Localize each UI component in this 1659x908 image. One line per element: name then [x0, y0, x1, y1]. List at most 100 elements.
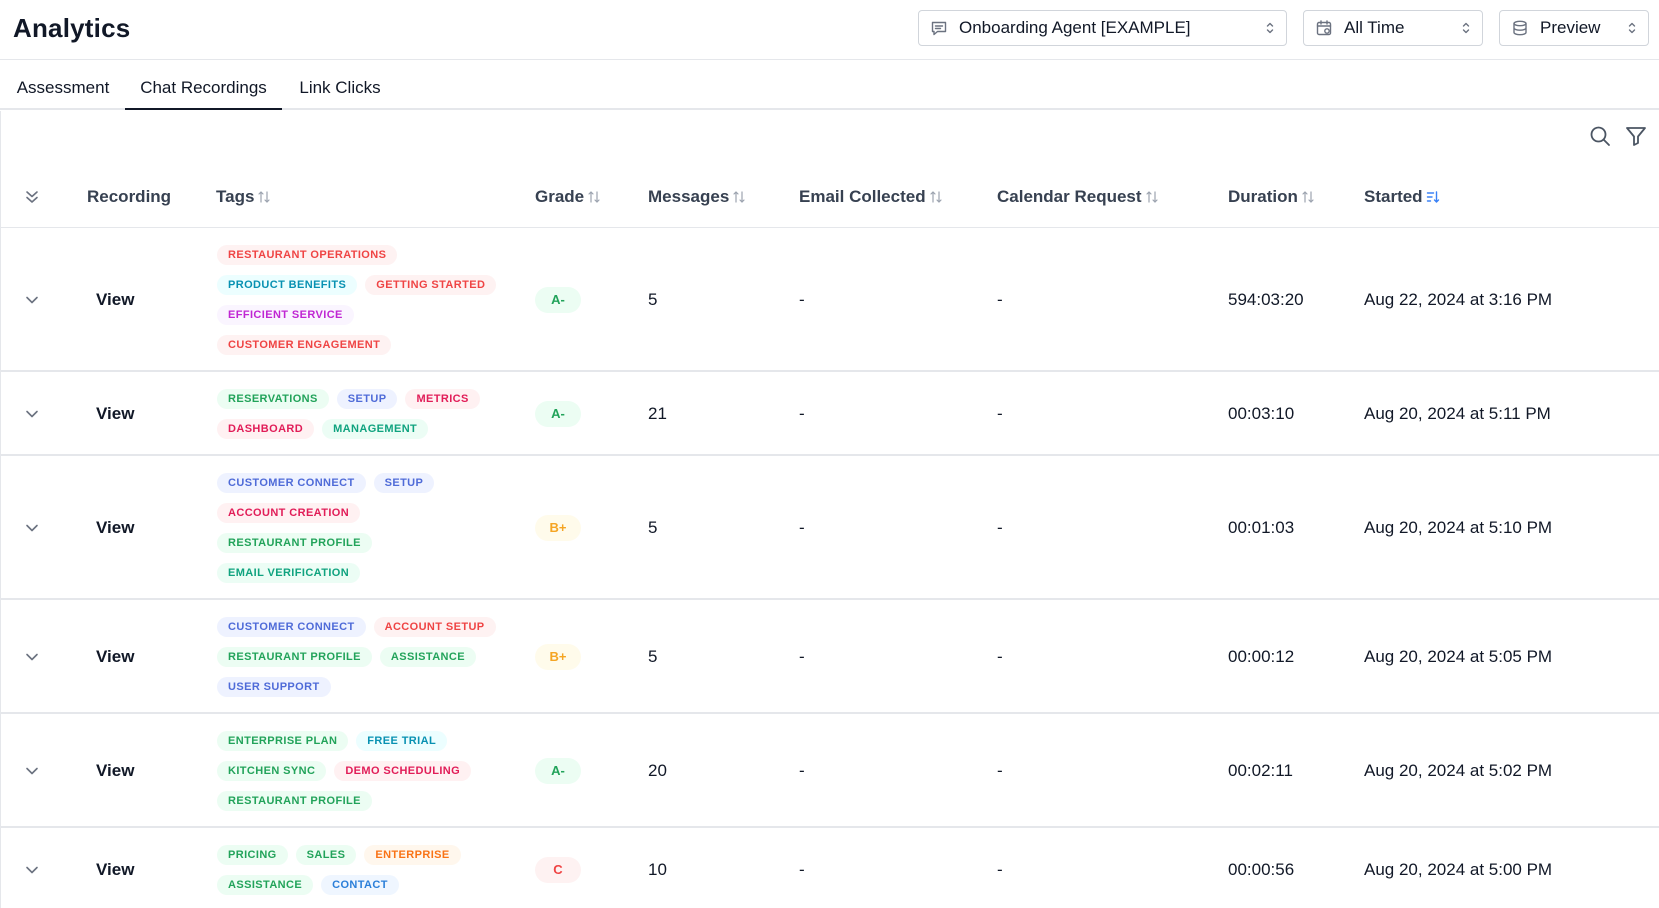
sort-descending-icon[interactable]	[1426, 190, 1440, 204]
column-header-started[interactable]: Started	[1364, 187, 1440, 207]
tag-badge: ACCOUNT CREATION	[217, 503, 361, 523]
table-row[interactable]: View ENTERPRISE PLAN FREE TRIAL KITCHEN SYN…	[1, 714, 1659, 828]
tag-badge: SETUP	[373, 473, 435, 493]
table-row[interactable]: View CUSTOMER CONNECT ACCOUNT SETUP RESTAUR…	[1, 600, 1659, 714]
duration-cell: 00:00:56	[1228, 860, 1295, 879]
grade-badge: B+	[535, 644, 581, 670]
email-collected-cell: -	[799, 290, 805, 309]
tab-chat-recordings[interactable]: Chat Recordings	[125, 78, 282, 110]
email-collected-cell: -	[799, 518, 805, 537]
view-recording-link[interactable]: View	[96, 518, 134, 538]
environment-value: Preview	[1540, 18, 1601, 37]
tag-list: ENTERPRISE PLAN FREE TRIAL KITCHEN SYNC DEM…	[217, 731, 507, 811]
grade-badge: B+	[535, 515, 581, 541]
started-cell: Aug 20, 2024 at 5:02 PM	[1364, 761, 1553, 780]
started-cell: Aug 20, 2024 at 5:11 PM	[1364, 404, 1551, 423]
chevron-down-icon[interactable]	[23, 405, 41, 423]
column-header-calendar-request[interactable]: Calendar Request	[997, 187, 1159, 207]
tag-badge: RESTAURANT PROFILE	[217, 791, 372, 811]
table-row[interactable]: View CUSTOMER CONNECT SETUP ACCOUNT CREATIO…	[1, 456, 1659, 600]
tag-badge: ASSISTANCE	[217, 875, 314, 895]
tag-list: RESERVATIONS SETUP METRICS DASHBOARD MANAGEM…	[217, 389, 507, 439]
time-range-select[interactable]: All Time	[1303, 10, 1483, 46]
tag-badge: KITCHEN SYNC	[217, 761, 327, 781]
tag-list: CUSTOMER CONNECT SETUP ACCOUNT CREATION RES…	[217, 473, 507, 583]
tag-badge: FREE TRIAL	[356, 731, 448, 751]
tag-badge: CUSTOMER CONNECT	[217, 617, 366, 637]
tag-badge: ENTERPRISE PLAN	[217, 731, 349, 751]
messages-cell: 5	[648, 290, 658, 309]
messages-cell: 20	[648, 761, 667, 780]
tag-badge: SALES	[295, 845, 357, 865]
tag-badge: MANAGEMENT	[322, 419, 429, 439]
view-recording-link[interactable]: View	[96, 404, 134, 424]
view-recording-link[interactable]: View	[96, 761, 134, 781]
chevron-down-icon[interactable]	[23, 762, 41, 780]
tag-badge: ASSISTANCE	[379, 647, 476, 667]
grade-badge: C	[535, 857, 581, 883]
chevron-down-icon[interactable]	[23, 291, 41, 309]
table-row[interactable]: View PRICING SALES ENTERPRISE ASSISTANCE CONT…	[1, 828, 1659, 908]
tag-badge: CUSTOMER ENGAGEMENT	[217, 335, 392, 355]
tab-link-clicks[interactable]: Link Clicks	[290, 78, 390, 110]
view-recording-link[interactable]: View	[96, 860, 134, 880]
tag-badge: CONTACT	[321, 875, 399, 895]
tag-badge: GETTING STARTED	[365, 275, 497, 295]
tab-assessment[interactable]: Assessment	[9, 78, 117, 110]
tag-badge: EMAIL VERIFICATION	[217, 563, 361, 583]
messages-cell: 5	[648, 647, 658, 666]
tag-badge: EFFICIENT SERVICE	[217, 305, 354, 325]
filter-icon[interactable]	[1624, 124, 1648, 148]
tag-badge: PRICING	[217, 845, 288, 865]
chevron-down-icon[interactable]	[23, 519, 41, 537]
email-collected-cell: -	[799, 761, 805, 780]
started-cell: Aug 22, 2024 at 3:16 PM	[1364, 290, 1553, 309]
messages-cell: 5	[648, 518, 658, 537]
tag-badge: DASHBOARD	[217, 419, 315, 439]
tag-list: CUSTOMER CONNECT ACCOUNT SETUP RESTAURANT …	[217, 617, 507, 697]
tag-badge: ACCOUNT SETUP	[373, 617, 496, 637]
chevron-up-down-icon	[1264, 20, 1276, 36]
column-header-tags[interactable]: Tags	[216, 187, 271, 207]
view-recording-link[interactable]: View	[96, 647, 134, 667]
duration-cell: 00:03:10	[1228, 404, 1295, 423]
sort-icon[interactable]	[732, 190, 746, 204]
tag-badge: ENTERPRISE	[364, 845, 461, 865]
tag-badge: PRODUCT BENEFITS	[217, 275, 358, 295]
time-range-value: All Time	[1344, 18, 1405, 37]
sort-icon[interactable]	[1145, 190, 1159, 204]
calendar-request-cell: -	[997, 404, 1003, 423]
tag-badge: SETUP	[336, 389, 398, 409]
sort-icon[interactable]	[1301, 190, 1315, 204]
chat-bubble-icon	[929, 18, 949, 38]
view-recording-link[interactable]: View	[96, 290, 134, 310]
table-row[interactable]: View RESTAURANT OPERATIONS PRODUCT BENEFIT…	[1, 228, 1659, 372]
column-header-email-collected[interactable]: Email Collected	[799, 187, 943, 207]
duration-cell: 00:00:12	[1228, 647, 1295, 666]
messages-cell: 10	[648, 860, 667, 879]
started-cell: Aug 20, 2024 at 5:10 PM	[1364, 518, 1553, 537]
chevron-down-icon[interactable]	[23, 861, 41, 879]
duration-cell: 00:02:11	[1228, 761, 1293, 780]
expand-all-icon[interactable]	[23, 188, 41, 206]
environment-select[interactable]: Preview	[1499, 10, 1649, 46]
search-icon[interactable]	[1588, 124, 1612, 148]
tag-badge: RESTAURANT OPERATIONS	[217, 245, 398, 265]
messages-cell: 21	[648, 404, 667, 423]
column-header-grade[interactable]: Grade	[535, 187, 601, 207]
sort-icon[interactable]	[929, 190, 943, 204]
chevron-up-down-icon	[1460, 20, 1472, 36]
column-header-duration[interactable]: Duration	[1228, 187, 1315, 207]
agent-select[interactable]: Onboarding Agent [EXAMPLE]	[918, 10, 1287, 46]
table-row[interactable]: View RESERVATIONS SETUP METRICS DASHBOARD MAN…	[1, 372, 1659, 456]
calendar-icon	[1314, 18, 1334, 38]
grade-badge: A-	[535, 287, 581, 313]
chevron-down-icon[interactable]	[23, 648, 41, 666]
column-header-messages[interactable]: Messages	[648, 187, 746, 207]
sort-icon[interactable]	[587, 190, 601, 204]
calendar-request-cell: -	[997, 647, 1003, 666]
started-cell: Aug 20, 2024 at 5:05 PM	[1364, 647, 1553, 666]
sort-icon[interactable]	[257, 190, 271, 204]
agent-select-value: Onboarding Agent [EXAMPLE]	[959, 18, 1191, 37]
calendar-request-cell: -	[997, 518, 1003, 537]
